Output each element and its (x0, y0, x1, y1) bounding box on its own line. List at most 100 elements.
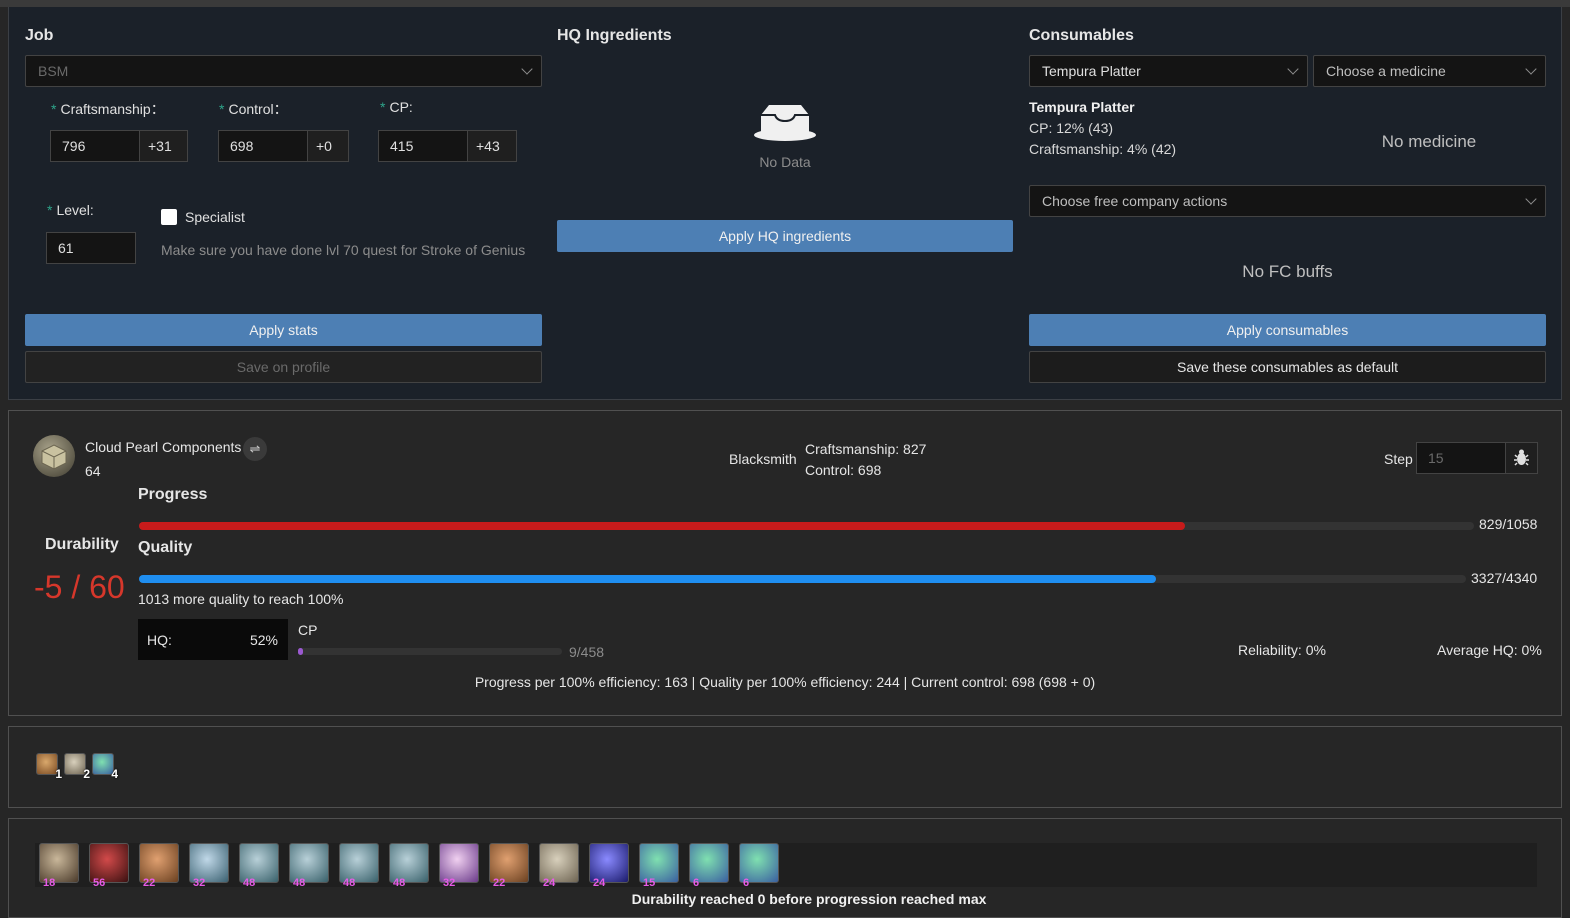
control-bonus: +0 (307, 130, 349, 162)
action-cp-cost: 48 (343, 877, 356, 889)
cp-bonus: +43 (467, 130, 517, 162)
cp-bar-track (298, 648, 562, 655)
action-cp-cost: 48 (393, 877, 406, 889)
job-name: Blacksmith (729, 451, 797, 467)
buff-item[interactable]: 4 (92, 753, 118, 781)
medicine-select[interactable]: Choose a medicine (1313, 55, 1546, 87)
durability-label: Durability (45, 536, 119, 553)
no-fc-buffs-text: No FC buffs (1242, 262, 1333, 281)
action-cp-cost: 22 (143, 877, 156, 889)
apply-stats-button[interactable]: Apply stats (25, 314, 542, 346)
chevron-down-icon (521, 63, 533, 75)
level-label: * Level: (47, 202, 94, 218)
progress-bar-track (139, 522, 1474, 530)
action-cp-cost: 22 (493, 877, 506, 889)
swap-icon[interactable]: ⇌ (243, 437, 267, 461)
specialist-hint: Make sure you have done lvl 70 quest for… (161, 242, 526, 258)
status-message: Durability reached 0 before progression … (631, 891, 987, 907)
buffs-panel: 1 2 4 (8, 726, 1562, 808)
action-cp-cost: 6 (693, 877, 700, 889)
sim-craftsmanship: Craftsmanship: 827 (805, 441, 927, 457)
action-item[interactable]: 32 (189, 843, 229, 889)
buff-item[interactable]: 1 (36, 753, 62, 781)
craftsmanship-input[interactable]: 796 (50, 130, 140, 162)
hq-ingredients-title: HQ Ingredients (557, 27, 672, 44)
cp-input[interactable]: 415 (378, 130, 468, 162)
action-item[interactable]: 32 (439, 843, 479, 889)
quality-hint: 1013 more quality to reach 100% (138, 591, 344, 607)
action-item[interactable]: 48 (239, 843, 279, 889)
craftsmanship-bonus: +31 (139, 130, 188, 162)
action-item[interactable]: 24 (589, 843, 629, 889)
food-select[interactable]: Tempura Platter (1029, 55, 1308, 87)
buff-stack-count: 2 (83, 767, 90, 781)
progress-bar-fill (139, 522, 1186, 530)
action-item[interactable]: 22 (489, 843, 529, 889)
action-cp-cost: 48 (293, 877, 306, 889)
chevron-down-icon (1287, 63, 1299, 75)
action-item[interactable]: 18 (39, 843, 79, 889)
no-medicine-text: No medicine (1381, 132, 1477, 151)
action-cp-cost: 24 (543, 877, 556, 889)
action-item[interactable]: 6 (739, 843, 779, 889)
empty-inbox-icon (753, 101, 817, 143)
action-item[interactable]: 56 (89, 843, 129, 889)
action-cp-cost: 15 (643, 877, 656, 889)
action-cp-cost: 18 (43, 877, 56, 889)
control-input[interactable]: 698 (218, 130, 308, 162)
top-bar (0, 0, 1570, 7)
save-on-profile-button[interactable]: Save on profile (25, 351, 542, 383)
action-cp-cost: 6 (743, 877, 750, 889)
fc-actions-select[interactable]: Choose free company actions (1029, 185, 1546, 217)
reliability-text: Reliability: 0% (1238, 642, 1326, 658)
cp-bar-fill (298, 648, 304, 655)
job-select-value: BSM (38, 63, 69, 79)
specialist-label: Specialist (185, 209, 245, 225)
fc-actions-placeholder: Choose free company actions (1042, 193, 1228, 209)
action-item[interactable]: 48 (389, 843, 429, 889)
settings-panel: Job BSM * Craftsmanship： 796 +31 * Control… (8, 7, 1562, 400)
buff-item[interactable]: 2 (64, 753, 90, 781)
bug-icon[interactable] (1505, 442, 1538, 474)
actions-row: 18 56 22 32 48 48 48 48 32 22 24 24 15 6 6 (39, 843, 779, 889)
quality-label: Quality (138, 539, 193, 556)
action-item[interactable]: 48 (339, 843, 379, 889)
action-item[interactable]: 48 (289, 843, 329, 889)
food-select-value: Tempura Platter (1042, 63, 1141, 79)
action-item[interactable]: 22 (139, 843, 179, 889)
item-icon (33, 435, 75, 477)
quality-bar-fill (139, 575, 1157, 583)
progress-value: 829/1058 (1479, 516, 1538, 532)
efficiency-summary: Progress per 100% efficiency: 163 | Qual… (474, 674, 1096, 690)
job-select[interactable]: BSM (25, 55, 542, 87)
level-input[interactable]: 61 (46, 232, 136, 264)
durability-value: -5 / 60 (34, 569, 125, 605)
cp-label: * CP: (380, 99, 413, 115)
action-item[interactable]: 6 (689, 843, 729, 889)
no-data-text: No Data (759, 154, 811, 170)
cp-bar-value: 9/458 (569, 644, 605, 660)
food-cp-bonus: CP: 12% (43) (1029, 120, 1114, 136)
action-cp-cost: 48 (243, 877, 256, 889)
item-level: 64 (85, 463, 101, 479)
action-cp-cost: 56 (93, 877, 106, 889)
average-hq-text: Average HQ: 0% (1437, 642, 1542, 658)
action-cp-cost: 24 (593, 877, 606, 889)
consumables-title: Consumables (1029, 27, 1134, 44)
action-cp-cost: 32 (443, 877, 456, 889)
quality-value: 3327/4340 (1471, 570, 1538, 586)
hq-label: HQ: (147, 632, 172, 648)
action-item[interactable]: 24 (539, 843, 579, 889)
actions-panel: 18 56 22 32 48 48 48 48 32 22 24 24 15 6 6 Durability … (8, 818, 1562, 918)
buff-stack-count: 1 (55, 767, 62, 781)
specialist-checkbox[interactable] (161, 209, 177, 225)
step-input[interactable]: 15 (1416, 442, 1506, 474)
action-item[interactable]: 15 (639, 843, 679, 889)
apply-hq-ingredients-button[interactable]: Apply HQ ingredients (557, 220, 1013, 252)
apply-consumables-button[interactable]: Apply consumables (1029, 314, 1546, 346)
item-name: Cloud Pearl Components (85, 439, 242, 455)
medicine-select-placeholder: Choose a medicine (1326, 63, 1446, 79)
save-consumables-default-button[interactable]: Save these consumables as default (1029, 351, 1546, 383)
hq-box: HQ: 52% (138, 619, 288, 660)
sim-control: Control: 698 (805, 462, 882, 478)
